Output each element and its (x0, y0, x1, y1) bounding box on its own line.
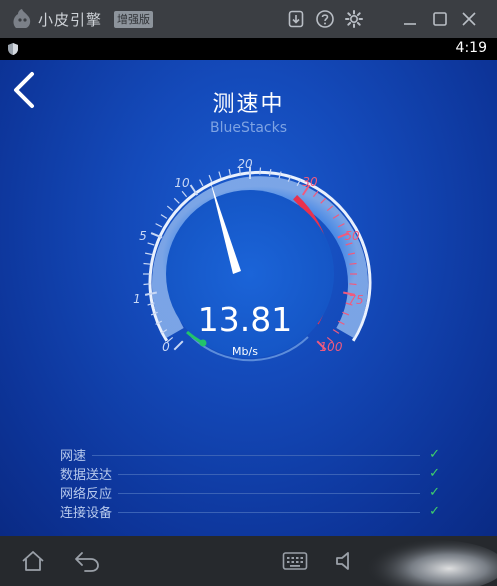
divider (118, 474, 420, 475)
watermark-glow (365, 540, 497, 586)
test-checklist: 网速 ✓ 数据送达 ✓ 网络反应 ✓ 连接设备 ✓ (60, 445, 440, 521)
close-button[interactable] (457, 7, 481, 31)
gauge-tick (173, 197, 180, 204)
minimize-button[interactable] (398, 7, 422, 31)
list-item: 网速 ✓ (60, 445, 440, 464)
app-logo-icon (13, 9, 31, 28)
window-title-bar: 小皮引擎 增强版 (0, 0, 497, 38)
download-icon (288, 10, 304, 28)
list-item: 网络反应 ✓ (60, 483, 440, 502)
gauge-tick (181, 190, 188, 198)
check-icon: ✓ (429, 485, 440, 500)
nav-back-button[interactable] (72, 546, 102, 576)
speed-value: 13.81 (197, 300, 293, 339)
tick-label-50: 50 (344, 229, 360, 243)
help-button[interactable] (313, 7, 337, 31)
speed-unit: Mb/s (232, 345, 258, 358)
gauge-tick (208, 174, 213, 182)
download-button[interactable] (284, 7, 308, 31)
minimize-icon (404, 23, 416, 25)
check-icon: ✓ (429, 504, 440, 519)
divider (92, 455, 420, 456)
tick-label-75: 75 (348, 293, 363, 307)
keyboard-icon (282, 552, 308, 570)
tick-label-5: 5 (139, 229, 147, 243)
divider (118, 493, 420, 494)
keyboard-button[interactable] (280, 546, 310, 576)
check-icon: ✓ (429, 466, 440, 481)
gauge-tick (349, 283, 357, 286)
gauge-tick (218, 171, 222, 179)
settings-button[interactable] (342, 7, 366, 31)
android-status-bar: 4:19 (0, 38, 497, 60)
tick-label-1: 1 (133, 292, 141, 306)
app-title: 小皮引擎 (38, 11, 103, 29)
edition-badge: 增强版 (114, 11, 153, 28)
speed-test-screen: 测速中 BlueStacks 0 1 5 10 20 30 50 75 100 … (0, 60, 497, 536)
volume-icon (336, 552, 349, 570)
divider (118, 512, 420, 513)
maximize-icon (433, 12, 447, 26)
list-item: 数据送达 ✓ (60, 464, 440, 483)
check-label: 数据送达 (60, 468, 113, 483)
list-item: 连接设备 ✓ (60, 502, 440, 521)
gauge-tick (143, 283, 151, 286)
page-title: 测速中 (212, 92, 285, 117)
tick-label-30: 30 (302, 175, 318, 189)
status-time: 4:19 (455, 40, 487, 56)
gauge-tick (268, 168, 272, 177)
gauge-tick (144, 252, 153, 256)
check-label: 网络反应 (60, 487, 113, 502)
maximize-button[interactable] (428, 7, 452, 31)
check-label: 网速 (60, 449, 87, 464)
gauge-tick (143, 262, 151, 265)
shield-icon (8, 43, 18, 55)
gauge-tick (166, 205, 174, 212)
check-icon: ✓ (429, 447, 440, 462)
tick-label-20: 20 (237, 157, 253, 171)
home-icon (22, 551, 44, 571)
gauge-tick (147, 242, 155, 246)
gauge-tick (155, 223, 163, 228)
close-icon (462, 12, 476, 26)
home-button[interactable] (18, 546, 48, 576)
gauge-tick (160, 214, 168, 219)
tick-label-10: 10 (174, 176, 190, 190)
gauge-tick (349, 262, 357, 265)
help-icon (316, 10, 334, 28)
back-icon (75, 552, 99, 572)
gauge-tick (228, 168, 232, 177)
gauge-tick (259, 167, 262, 175)
page-subtitle: BlueStacks (209, 120, 288, 136)
check-label: 连接设备 (60, 506, 113, 521)
settings-icon (345, 10, 363, 28)
gauge-tick (199, 179, 204, 187)
